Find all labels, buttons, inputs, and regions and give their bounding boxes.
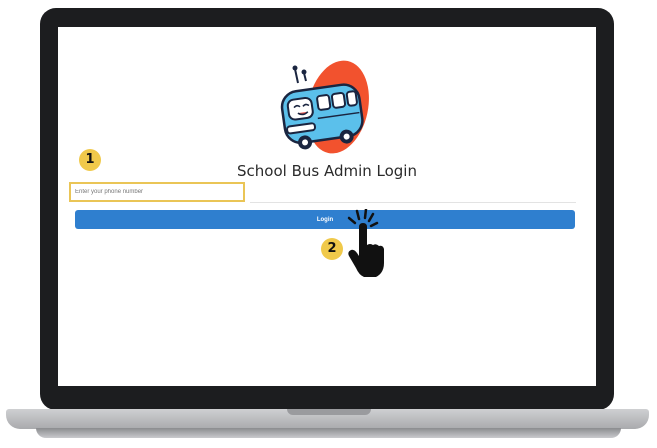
login-button[interactable]: Login [75, 210, 575, 229]
input-underline [250, 202, 576, 203]
laptop-hinge-notch [287, 409, 371, 415]
step-2-badge: 2 [321, 238, 343, 260]
laptop-screen: School Bus Admin Login 1 Login 2 [58, 27, 596, 386]
step-1-badge: 1 [79, 149, 101, 171]
laptop-foot [36, 428, 621, 438]
page-title: School Bus Admin Login [237, 162, 417, 180]
school-bus-logo-icon [278, 57, 378, 157]
pointing-hand-icon [344, 207, 384, 279]
phone-number-input[interactable] [69, 182, 245, 202]
